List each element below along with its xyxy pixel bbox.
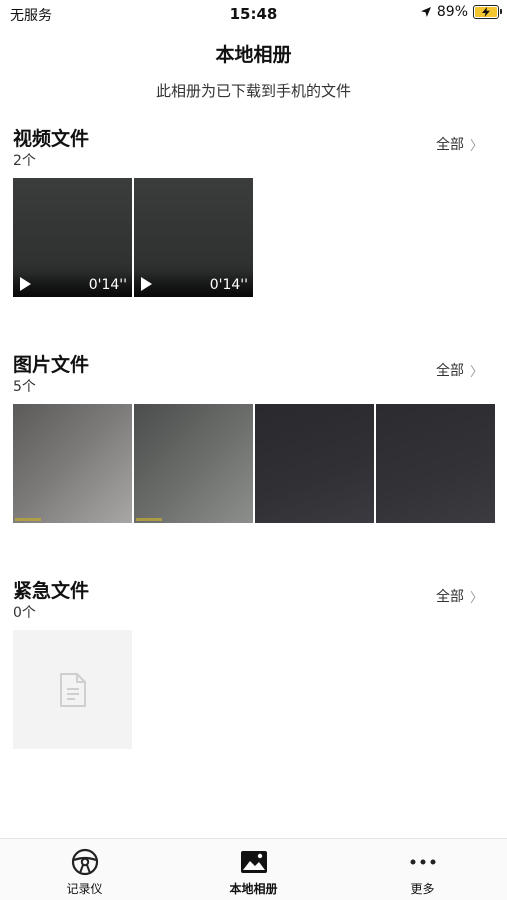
- battery-percent: 89%: [436, 4, 468, 20]
- battery-icon: [473, 5, 502, 19]
- section-count-videos: 2个: [13, 153, 36, 169]
- tab-label: 更多: [410, 882, 435, 896]
- video-section: 视频文件 2个 全部 〉 0'14'' 0'14'': [0, 124, 507, 300]
- view-all-label: 全部: [435, 589, 464, 605]
- emergency-thumbnails: [13, 630, 132, 749]
- chevron-right-icon: 〉: [469, 138, 483, 154]
- tab-bar: 记录仪 本地相册 更多: [0, 838, 507, 900]
- play-icon: [20, 277, 31, 291]
- photo-section: 图片文件 5个 全部 〉: [0, 350, 507, 526]
- view-all-photos-button[interactable]: 全部 〉: [436, 360, 483, 380]
- chevron-right-icon: 〉: [469, 590, 483, 606]
- section-title-photos: 图片文件: [13, 354, 90, 376]
- view-all-emergency-button[interactable]: 全部 〉: [436, 586, 483, 606]
- file-icon: [59, 672, 86, 707]
- video-thumbnail[interactable]: 0'14'': [134, 178, 253, 297]
- view-all-videos-button[interactable]: 全部 〉: [436, 134, 483, 154]
- photo-thumbnail[interactable]: [134, 404, 253, 523]
- tab-more[interactable]: 更多: [338, 839, 507, 900]
- emergency-section: 紧急文件 0个 全部 〉: [0, 576, 507, 752]
- tab-local-album[interactable]: 本地相册: [169, 839, 338, 900]
- tab-label: 记录仪: [66, 882, 103, 896]
- empty-file-placeholder: [13, 630, 132, 749]
- tab-label: 本地相册: [229, 882, 278, 896]
- video-duration: 0'14'': [209, 277, 248, 293]
- video-thumbnails: 0'14'' 0'14'': [13, 178, 253, 297]
- view-all-label: 全部: [435, 363, 464, 379]
- play-icon: [141, 277, 152, 291]
- tab-recorder[interactable]: 记录仪: [0, 839, 169, 900]
- status-bar: 无服务 15:48 89%: [0, 0, 507, 28]
- video-thumbnail[interactable]: 0'14'': [13, 178, 132, 297]
- photo-thumbnails: [13, 404, 495, 523]
- chevron-right-icon: 〉: [469, 364, 483, 380]
- view-all-label: 全部: [435, 137, 464, 153]
- page-title: 本地相册: [215, 44, 292, 66]
- section-title-emergency: 紧急文件: [13, 580, 90, 602]
- status-right: 89%: [420, 4, 502, 20]
- section-title-videos: 视频文件: [13, 128, 90, 150]
- page-subtitle: 此相册为已下载到手机的文件: [155, 82, 351, 100]
- steering-wheel-icon: [71, 848, 98, 876]
- section-count-photos: 5个: [13, 379, 36, 395]
- photo-thumbnail[interactable]: [376, 404, 495, 523]
- album-icon: [240, 851, 267, 873]
- photo-thumbnail[interactable]: [13, 404, 132, 523]
- section-count-emergency: 0个: [13, 605, 36, 621]
- photo-thumbnail[interactable]: [255, 404, 374, 523]
- location-arrow-icon: [420, 7, 431, 17]
- charging-bolt-icon: [482, 7, 490, 17]
- video-duration: 0'14'': [88, 277, 127, 293]
- more-dots-icon: [410, 859, 435, 865]
